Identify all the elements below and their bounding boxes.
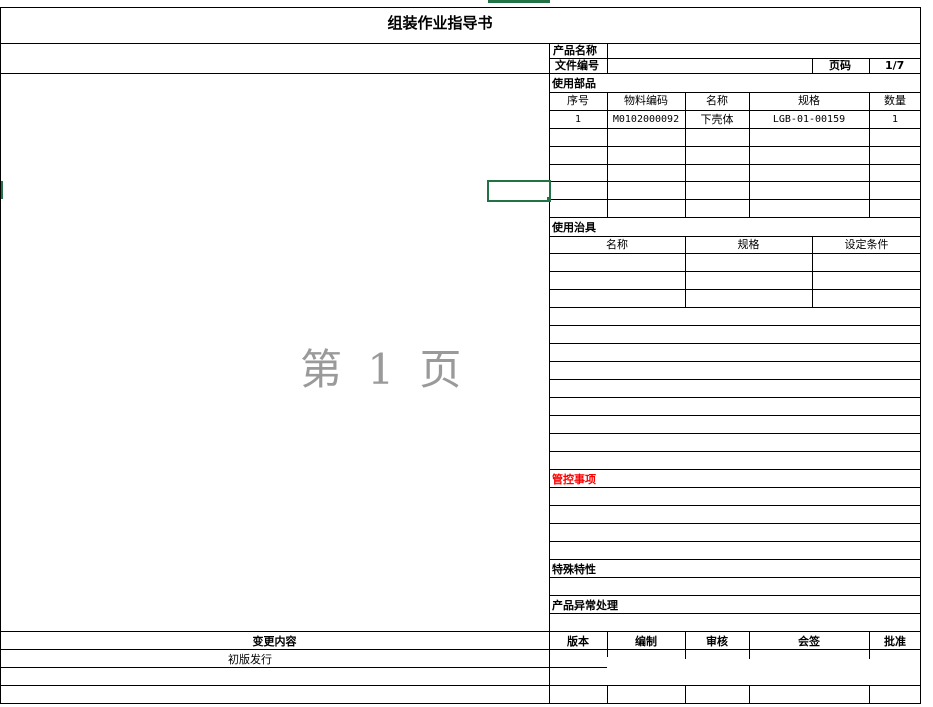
control-items-label: 管控事项 <box>552 473 596 486</box>
parts-header-code: 物料编码 <box>624 94 668 107</box>
product-name-label: 产品名称 <box>553 44 597 57</box>
grid-line <box>549 58 921 59</box>
grid-line <box>869 92 870 217</box>
parts-header-no: 序号 <box>567 94 589 107</box>
page-label: 页码 <box>829 59 851 72</box>
parts-header-spec: 规格 <box>798 94 820 107</box>
footer-header-approved: 批准 <box>884 635 906 648</box>
page-watermark: 第 1 页 <box>300 345 468 394</box>
page-value: 1/7 <box>885 59 905 72</box>
grid-line <box>0 667 607 668</box>
grid-line <box>549 361 921 362</box>
grid-line <box>869 685 870 704</box>
fixtures-header-spec: 规格 <box>737 238 760 251</box>
grid-line <box>0 685 921 686</box>
footer-header-version: 版本 <box>567 635 589 648</box>
grid-line <box>549 236 921 237</box>
grid-line <box>0 649 921 650</box>
grid-line <box>749 685 750 704</box>
grid-line <box>607 92 608 217</box>
grid-line <box>549 199 921 200</box>
column-header-highlight <box>488 0 550 3</box>
footer-header-change: 变更内容 <box>252 635 297 648</box>
grid-line <box>749 92 750 217</box>
grid-line <box>549 577 921 578</box>
grid-line <box>549 469 921 470</box>
footer-header-reviewed: 审核 <box>706 635 728 648</box>
doc-no-label: 文件编号 <box>555 59 599 72</box>
parts-cell-spec: LGB-01-00159 <box>772 114 846 125</box>
grid-line <box>685 92 686 217</box>
grid-line <box>549 613 921 614</box>
grid-line <box>0 43 921 44</box>
grid-line <box>549 343 921 344</box>
grid-line <box>549 307 921 308</box>
fixtures-header-condition: 设定条件 <box>844 238 889 251</box>
grid-line <box>549 433 921 434</box>
grid-line <box>0 73 921 74</box>
parts-cell-code: M0102000092 <box>612 114 680 125</box>
grid-line <box>607 43 608 74</box>
fixtures-section-label: 使用治具 <box>552 221 596 234</box>
document-title: 组装作业指导书 <box>387 14 493 32</box>
grid-line <box>549 146 921 147</box>
grid-line <box>549 541 921 542</box>
grid-line <box>549 110 921 111</box>
fill-handle[interactable] <box>547 197 551 201</box>
grid-line <box>549 128 921 129</box>
grid-line <box>549 397 921 398</box>
grid-line <box>549 289 921 290</box>
grid-line <box>0 703 921 704</box>
parts-cell-name: 下壳体 <box>700 113 734 126</box>
parts-header-qty: 数量 <box>884 94 906 107</box>
grid-line <box>607 685 608 704</box>
grid-line <box>549 217 921 218</box>
grid-line <box>549 92 921 93</box>
parts-section-label: 使用部品 <box>552 77 596 90</box>
grid-line <box>549 43 550 704</box>
grid-line <box>549 181 921 182</box>
selected-cell[interactable] <box>487 180 551 202</box>
grid-line <box>920 7 921 704</box>
abnormal-handling-label: 产品异常处理 <box>552 599 618 612</box>
footer-change-row-1: 初版发行 <box>228 653 272 666</box>
grid-line <box>549 595 921 596</box>
parts-cell-no: 1 <box>574 114 582 125</box>
special-characteristics-label: 特殊特性 <box>552 563 596 576</box>
grid-line <box>549 164 921 165</box>
grid-line <box>549 253 921 254</box>
footer-header-prepared: 编制 <box>635 635 657 648</box>
grid-line <box>549 415 921 416</box>
grid-line <box>549 487 921 488</box>
grid-line <box>0 7 921 8</box>
grid-line <box>549 451 921 452</box>
grid-line <box>812 58 813 74</box>
grid-line <box>685 685 686 704</box>
grid-line <box>549 325 921 326</box>
grid-line <box>549 559 921 560</box>
grid-line <box>0 631 921 632</box>
parts-header-name: 名称 <box>706 94 728 107</box>
grid-line <box>549 271 921 272</box>
grid-line <box>0 7 1 704</box>
grid-line <box>549 523 921 524</box>
fixtures-header-name: 名称 <box>606 238 628 251</box>
grid-line <box>549 379 921 380</box>
parts-cell-qty: 1 <box>891 114 899 125</box>
grid-line <box>549 505 921 506</box>
grid-line <box>869 58 870 74</box>
footer-header-countersign: 会签 <box>798 635 820 648</box>
